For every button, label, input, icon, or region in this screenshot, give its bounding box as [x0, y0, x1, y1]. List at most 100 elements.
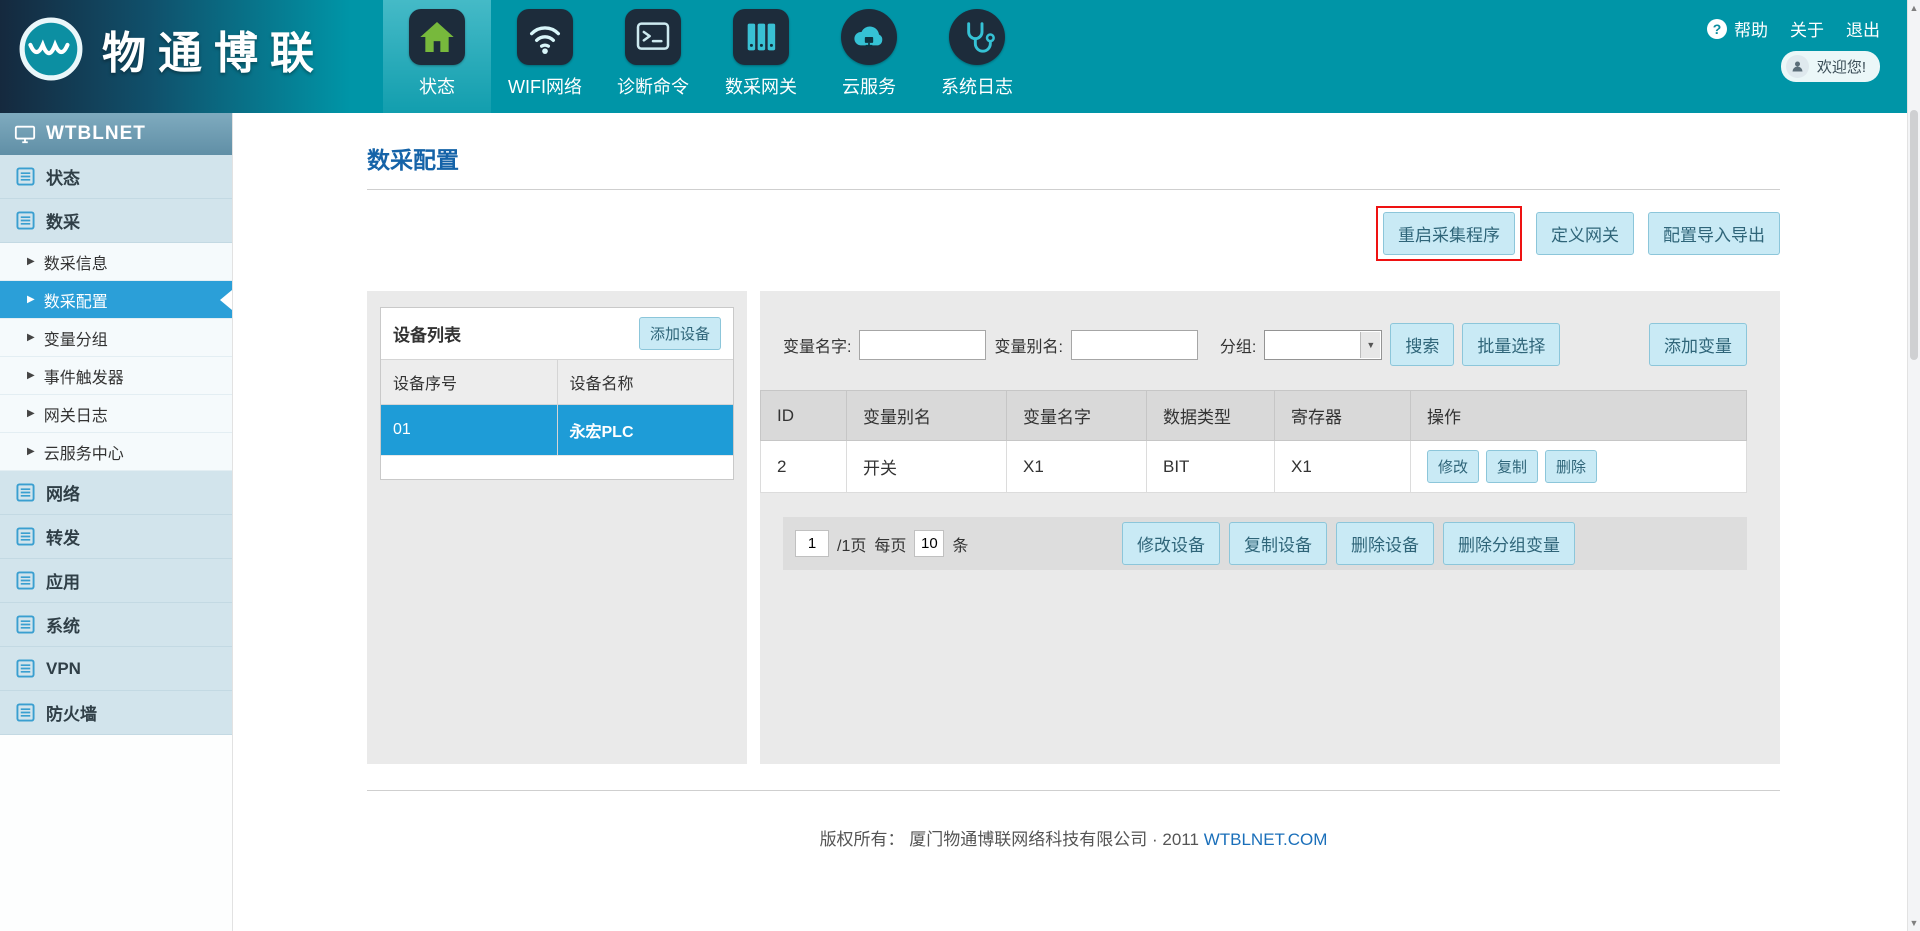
list-icon [16, 483, 35, 502]
var-alias: 开关 [847, 441, 1007, 493]
add-device-button[interactable]: 添加设备 [639, 317, 721, 350]
sidebar-item-cloud-center[interactable]: ▶云服务中心 [0, 433, 232, 471]
restart-collector-button[interactable]: 重启采集程序 [1383, 212, 1515, 255]
var-name-input[interactable] [859, 330, 986, 360]
sidebar-item-firewall[interactable]: 防火墙 [0, 691, 232, 735]
device-name: 永宏PLC [557, 405, 733, 456]
col-register: 寄存器 [1275, 391, 1411, 441]
nav-label: 系统日志 [941, 73, 1013, 99]
var-register: X1 [1275, 441, 1411, 493]
nav-label: 诊断命令 [617, 73, 689, 99]
server-icon [733, 9, 789, 65]
caret-right-icon: ▶ [27, 332, 35, 343]
var-name: X1 [1007, 441, 1147, 493]
brand-logo-icon [18, 16, 84, 82]
monitor-icon [14, 123, 36, 145]
user-icon [1786, 55, 1809, 78]
batch-select-button[interactable]: 批量选择 [1462, 323, 1560, 366]
sidebar-item-event-trigger[interactable]: ▶事件触发器 [0, 357, 232, 395]
list-icon [16, 571, 35, 590]
variable-panel: 变量名字: 变量别名: 分组: ▼ 搜索 批量选择 添加变量 [760, 291, 1780, 764]
delete-group-vars-button[interactable]: 删除分组变量 [1443, 522, 1575, 565]
brand-name: 物通博联 [102, 17, 326, 81]
variable-row: 2 开关 X1 BIT X1 修改 复制 删除 [761, 441, 1747, 493]
nav-item-gateway[interactable]: 数采网关 [707, 0, 815, 113]
scroll-up-icon[interactable]: ▲ [1908, 1, 1920, 15]
help-icon: ? [1707, 19, 1727, 39]
top-right-area: ?帮助 关于 退出 欢迎您! [1707, 16, 1880, 82]
divider [367, 790, 1780, 791]
nav-item-wifi[interactable]: WIFI网络 [491, 0, 599, 113]
add-variable-button[interactable]: 添加变量 [1649, 323, 1747, 366]
stethoscope-icon [949, 9, 1005, 65]
sidebar-item-da-info[interactable]: ▶数采信息 [0, 243, 232, 281]
about-link[interactable]: 关于 [1790, 16, 1824, 41]
caret-right-icon: ▶ [27, 446, 35, 457]
top-links: ?帮助 关于 退出 [1707, 16, 1880, 41]
sidebar-item-status[interactable]: 状态 [0, 155, 232, 199]
nav-label: WIFI网络 [508, 73, 582, 99]
welcome-text: 欢迎您! [1817, 56, 1866, 77]
var-alias-input[interactable] [1071, 330, 1198, 360]
sidebar-item-system[interactable]: 系统 [0, 603, 232, 647]
cloud-icon [841, 9, 897, 65]
sidebar-title: WTBLNET [0, 113, 232, 155]
sidebar: WTBLNET 状态 数采 ▶数采信息 ▶数采配置 ▶变量分组 ▶事件触发器 ▶… [0, 113, 233, 931]
list-icon [16, 615, 35, 634]
page-number-input[interactable] [795, 530, 829, 557]
logout-link[interactable]: 退出 [1846, 16, 1880, 41]
sidebar-item-vpn[interactable]: VPN [0, 647, 232, 691]
chevron-down-icon: ▼ [1360, 332, 1380, 358]
help-link[interactable]: ?帮助 [1707, 16, 1768, 41]
list-icon [16, 167, 35, 186]
per-page-input[interactable] [914, 530, 944, 557]
divider [367, 189, 1780, 190]
search-button[interactable]: 搜索 [1390, 323, 1454, 366]
footer-link[interactable]: WTBLNET.COM [1204, 830, 1328, 849]
caret-right-icon: ▶ [27, 294, 35, 305]
delete-device-button[interactable]: 删除设备 [1336, 522, 1434, 565]
welcome-badge[interactable]: 欢迎您! [1781, 51, 1880, 82]
device-list-title: 设备列表 [393, 321, 461, 346]
nav-label: 数采网关 [725, 73, 797, 99]
device-row[interactable]: 01 永宏PLC [381, 405, 733, 456]
group-label: 分组: [1220, 333, 1256, 357]
main-nav: 状态 WIFI网络 诊断命令 数采网关 云服务 系统日志 [383, 0, 1031, 113]
per-page-label: 每页 [874, 532, 906, 556]
device-list-card: 设备列表 添加设备 设备序号 设备名称 01 [380, 307, 734, 480]
sidebar-item-da-config[interactable]: ▶数采配置 [0, 281, 232, 319]
sidebar-item-gateway-log[interactable]: ▶网关日志 [0, 395, 232, 433]
config-import-export-button[interactable]: 配置导入导出 [1648, 212, 1780, 255]
caret-right-icon: ▶ [27, 370, 35, 381]
nav-item-status[interactable]: 状态 [383, 0, 491, 113]
edit-variable-button[interactable]: 修改 [1427, 450, 1479, 483]
sidebar-item-network[interactable]: 网络 [0, 471, 232, 515]
sidebar-item-application[interactable]: 应用 [0, 559, 232, 603]
nav-item-diagnostic[interactable]: 诊断命令 [599, 0, 707, 113]
copyright-text: 版权所有： 厦门物通博联网络科技有限公司 · 2011 [820, 830, 1199, 849]
device-serial: 01 [381, 405, 557, 456]
page-toolbar: 重启采集程序 定义网关 配置导入导出 [367, 206, 1780, 261]
group-select[interactable]: ▼ [1264, 330, 1382, 360]
top-header: 物通博联 状态 WIFI网络 诊断命令 数采网关 云服务 系统日志 ?帮助 [0, 0, 1920, 113]
sidebar-item-data-acquisition[interactable]: 数采 [0, 199, 232, 243]
copy-variable-button[interactable]: 复制 [1486, 450, 1538, 483]
main-content: 数采配置 重启采集程序 定义网关 配置导入导出 设备列表 添加设备 [233, 113, 1920, 931]
edit-device-button[interactable]: 修改设备 [1122, 522, 1220, 565]
vertical-scrollbar[interactable]: ▲ ▼ [1907, 0, 1920, 931]
nav-item-cloud[interactable]: 云服务 [815, 0, 923, 113]
variable-filter-bar: 变量名字: 变量别名: 分组: ▼ 搜索 批量选择 添加变量 [783, 323, 1747, 366]
list-icon [16, 703, 35, 722]
scroll-down-icon[interactable]: ▼ [1908, 916, 1920, 930]
copy-device-button[interactable]: 复制设备 [1229, 522, 1327, 565]
page-total-label: /1页 [837, 532, 866, 556]
scrollbar-thumb[interactable] [1910, 110, 1918, 360]
nav-item-syslog[interactable]: 系统日志 [923, 0, 1031, 113]
sidebar-item-forward[interactable]: 转发 [0, 515, 232, 559]
page-footer: 版权所有： 厦门物通博联网络科技有限公司 · 2011 WTBLNET.COM [367, 825, 1780, 850]
caret-right-icon: ▶ [27, 408, 35, 419]
list-icon [16, 211, 35, 230]
sidebar-item-var-group[interactable]: ▶变量分组 [0, 319, 232, 357]
define-gateway-button[interactable]: 定义网关 [1536, 212, 1634, 255]
delete-variable-button[interactable]: 删除 [1545, 450, 1597, 483]
